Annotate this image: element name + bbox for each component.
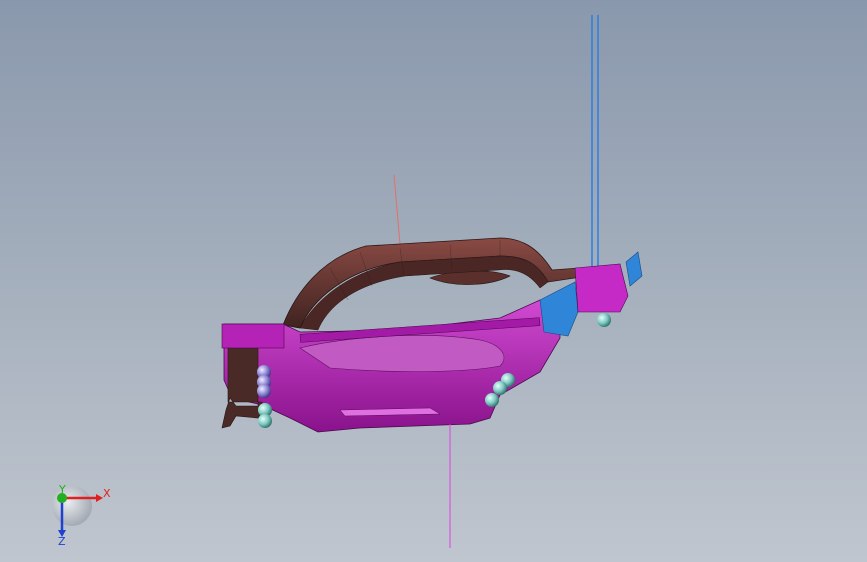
sphere-teal-6 xyxy=(597,313,611,327)
cad-part-model[interactable] xyxy=(221,237,643,433)
right-magenta-block xyxy=(574,263,629,313)
3d-viewport[interactable]: X Y Z xyxy=(0,0,867,562)
triad-x-arrow xyxy=(96,494,103,502)
red-guide-line xyxy=(393,174,401,245)
orientation-triad[interactable]: X Y Z xyxy=(52,483,111,548)
sphere-teal-4 xyxy=(493,381,507,395)
right-blue-block xyxy=(539,281,579,337)
triad-y-label: Y xyxy=(58,483,66,496)
right-tab xyxy=(625,251,643,287)
sphere-teal-2 xyxy=(258,414,272,428)
triad-x-label: X xyxy=(103,487,111,500)
scene-svg[interactable]: X Y Z xyxy=(0,0,867,562)
sphere-teal-5 xyxy=(485,393,499,407)
left-plate xyxy=(221,323,285,349)
triad-z-label: Z xyxy=(58,535,66,548)
left-end-block xyxy=(221,347,263,429)
sphere-violet-3 xyxy=(257,384,271,398)
triad-sphere xyxy=(52,486,92,526)
